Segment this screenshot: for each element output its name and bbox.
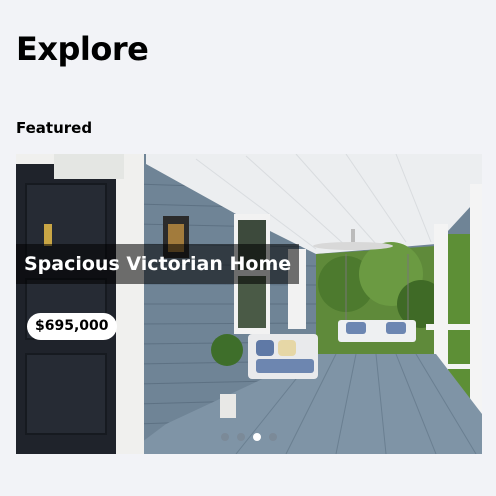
price-badge: $695,000 bbox=[27, 313, 117, 340]
carousel-indicator bbox=[16, 433, 482, 441]
carousel-dot[interactable] bbox=[253, 433, 261, 441]
carousel-dot[interactable] bbox=[269, 433, 277, 441]
page-title: Explore bbox=[16, 30, 149, 68]
carousel-dot[interactable] bbox=[237, 433, 245, 441]
listing-title[interactable]: Spacious Victorian Home bbox=[16, 244, 300, 284]
carousel-dot[interactable] bbox=[221, 433, 229, 441]
featured-listing-card[interactable]: Spacious Victorian Home $695,000 bbox=[16, 154, 482, 454]
listing-photo bbox=[16, 154, 482, 454]
featured-section-title: Featured bbox=[16, 119, 93, 137]
